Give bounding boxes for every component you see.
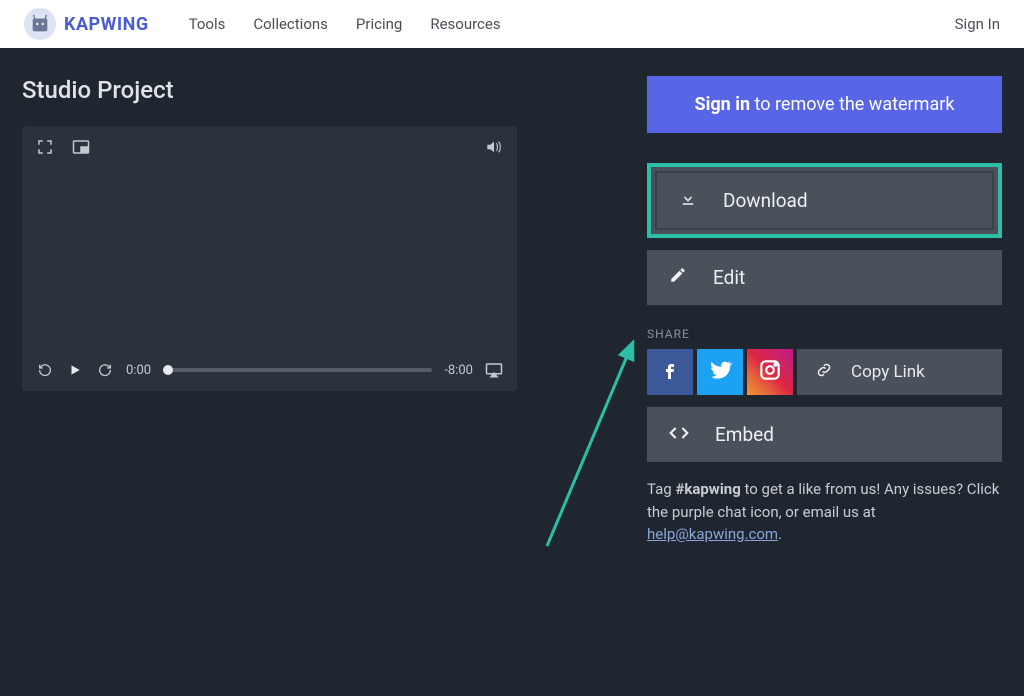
player-top-left <box>36 138 90 156</box>
page-title: Studio Project <box>22 76 517 104</box>
facebook-icon <box>658 358 682 386</box>
copy-link-label: Copy Link <box>851 362 925 382</box>
right-column: Sign in to remove the watermark Download… <box>647 76 1002 546</box>
footer-post: . <box>778 525 782 543</box>
facebook-share[interactable] <box>647 349 693 395</box>
twitter-share[interactable] <box>697 349 743 395</box>
player-controls: 0:00 -8:00 <box>36 361 503 379</box>
embed-icon <box>669 423 689 446</box>
edit-icon <box>669 266 687 289</box>
footer-pre: Tag <box>647 480 675 498</box>
logo-icon <box>24 8 56 40</box>
download-icon <box>679 189 697 212</box>
copy-link-button[interactable]: Copy Link <box>797 349 1002 395</box>
volume-icon[interactable] <box>485 138 503 156</box>
picture-in-picture-icon[interactable] <box>72 138 90 156</box>
top-nav: KAPWING Tools Collections Pricing Resour… <box>0 0 1024 48</box>
banner-strong: Sign in <box>695 94 751 115</box>
nav-links: Tools Collections Pricing Resources <box>189 15 501 33</box>
link-icon <box>815 361 833 384</box>
download-highlight: Download <box>647 163 1002 238</box>
twitter-icon <box>707 357 733 387</box>
logo[interactable]: KAPWING <box>24 8 149 40</box>
nav-tools[interactable]: Tools <box>189 15 226 33</box>
share-label: SHARE <box>647 327 1002 341</box>
progress-knob[interactable] <box>163 365 173 375</box>
instagram-share[interactable] <box>747 349 793 395</box>
signin-link[interactable]: Sign In <box>955 15 1000 33</box>
signin-banner[interactable]: Sign in to remove the watermark <box>647 76 1002 133</box>
banner-rest: to remove the watermark <box>750 94 954 115</box>
page-body: Studio Project <box>0 48 1024 574</box>
current-time: 0:00 <box>126 363 151 378</box>
download-label: Download <box>723 189 808 212</box>
edit-button[interactable]: Edit <box>647 250 1002 305</box>
video-player[interactable]: 0:00 -8:00 <box>22 126 517 391</box>
header-left: KAPWING Tools Collections Pricing Resour… <box>24 8 501 40</box>
edit-label: Edit <box>713 266 745 289</box>
footer-text: Tag #kapwing to get a like from us! Any … <box>647 478 1002 546</box>
annotation-arrow <box>537 306 657 556</box>
left-column: Studio Project <box>22 76 517 546</box>
remaining-time: -8:00 <box>444 363 473 378</box>
nav-resources[interactable]: Resources <box>430 15 500 33</box>
embed-label: Embed <box>715 423 774 446</box>
embed-button[interactable]: Embed <box>647 407 1002 462</box>
footer-hashtag: #kapwing <box>675 480 740 498</box>
progress-bar[interactable] <box>163 368 432 372</box>
download-button[interactable]: Download <box>655 171 994 230</box>
nav-collections[interactable]: Collections <box>253 15 328 33</box>
logo-wordmark: KAPWING <box>64 14 149 35</box>
help-email-link[interactable]: help@kapwing.com <box>647 525 778 543</box>
fullscreen-icon[interactable] <box>36 138 54 156</box>
airplay-icon[interactable] <box>485 361 503 379</box>
forward-15-icon[interactable] <box>96 361 114 379</box>
nav-pricing[interactable]: Pricing <box>356 15 402 33</box>
play-icon[interactable] <box>66 361 84 379</box>
rewind-15-icon[interactable] <box>36 361 54 379</box>
share-row: Copy Link <box>647 349 1002 395</box>
instagram-icon <box>757 357 783 387</box>
player-top-bar <box>36 138 503 156</box>
